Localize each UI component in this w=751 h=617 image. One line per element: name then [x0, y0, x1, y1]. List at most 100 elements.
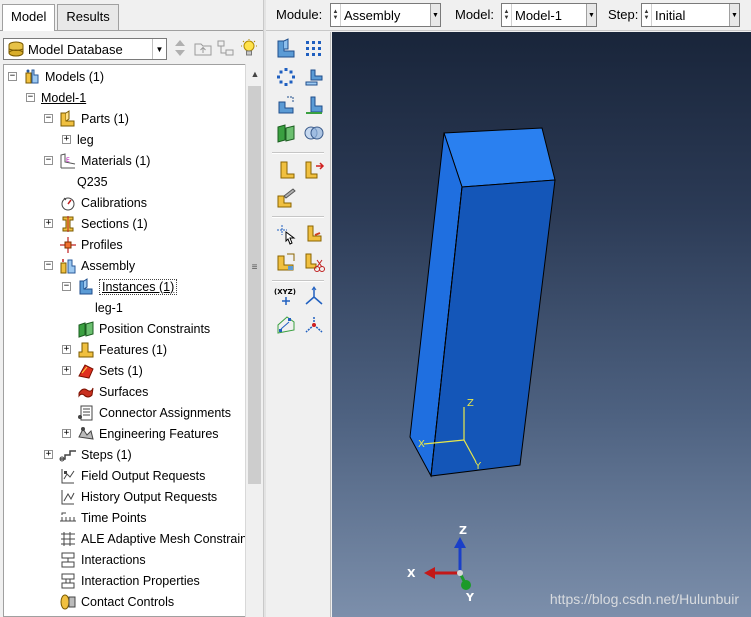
tree-item-history-output-requests[interactable]: History Output Requests: [44, 486, 217, 507]
field-output-requests-icon: [59, 467, 77, 485]
datum-csys-offset-icon[interactable]: [301, 313, 327, 337]
module-select[interactable]: ▲ ▼ Assembly ▼: [330, 3, 441, 27]
replace-instance-icon[interactable]: [273, 250, 299, 274]
tree-item-interactions[interactable]: Interactions: [44, 549, 146, 570]
model-tree[interactable]: − Models (1) − Model-1− Parts (1) + leg − E Mater…: [3, 64, 245, 617]
tree-item-q235[interactable]: Q235: [62, 171, 108, 192]
tree-item-position-constraints[interactable]: Position Constraints: [62, 318, 210, 339]
graphics-viewport[interactable]: Z X Y Z X Y https://blog.csdn.net/Hulunb…: [332, 32, 751, 617]
scroll-up-icon[interactable]: ▲: [246, 66, 264, 82]
part-leg-1[interactable]: [409, 127, 556, 478]
lightbulb-icon[interactable]: [239, 38, 258, 58]
collapse-icon[interactable]: −: [62, 282, 71, 291]
chevron-down-icon[interactable]: ▼: [430, 4, 440, 26]
materials-icon: E: [59, 152, 77, 170]
spin-arrows-icon[interactable]: ▲ ▼: [642, 4, 652, 26]
svg-text:E: E: [66, 157, 70, 164]
sets-icon: [77, 362, 95, 380]
tree-item-model-1[interactable]: − Model-1: [26, 87, 86, 108]
expand-icon[interactable]: +: [44, 219, 53, 228]
model-value: Model-1: [515, 7, 562, 23]
tree-item-label: History Output Requests: [81, 489, 218, 504]
rotate-instance-icon[interactable]: [273, 93, 299, 117]
history-output-requests-icon: [59, 488, 77, 506]
tree-item-time-points[interactable]: Time Points: [44, 507, 147, 528]
create-datum-axis-icon[interactable]: [301, 158, 327, 182]
tree-item-field-output-requests[interactable]: Field Output Requests: [44, 465, 205, 486]
contact-controls-icon: [59, 593, 77, 611]
expand-icon[interactable]: +: [62, 345, 71, 354]
spin-arrows-icon[interactable]: ▲ ▼: [331, 4, 341, 26]
translate-to-icon[interactable]: [301, 93, 327, 117]
tree-item-connector-assignments[interactable]: Connector Assignments: [62, 402, 231, 423]
tree-item-materials[interactable]: − E Materials (1): [44, 150, 150, 171]
tree-item-assembly[interactable]: − Assembly: [44, 255, 135, 276]
datum-csys-3points-icon[interactable]: [273, 313, 299, 337]
chevron-down-icon[interactable]: ▼: [586, 4, 596, 26]
collapse-icon[interactable]: −: [44, 156, 53, 165]
radial-pattern-icon[interactable]: [273, 65, 299, 89]
translate-instance-icon[interactable]: [301, 65, 327, 89]
tree-item-label: Materials (1): [81, 153, 151, 168]
local-axis-y-label: Y: [474, 461, 482, 472]
expand-icon[interactable]: +: [62, 366, 71, 375]
cut-instance-icon[interactable]: [301, 250, 327, 274]
create-datum-plane-icon[interactable]: [273, 186, 299, 210]
spin-arrows-icon[interactable]: ▲ ▼: [502, 4, 512, 26]
tree-item-sections[interactable]: + Sections (1): [44, 213, 148, 234]
model-database-select[interactable]: Model Database ▼: [3, 38, 167, 60]
expand-icon[interactable]: +: [44, 450, 53, 459]
create-instance-icon[interactable]: [273, 37, 299, 61]
tab-model[interactable]: Model: [2, 4, 56, 31]
tree-item-instances[interactable]: − Instances (1): [62, 276, 178, 297]
tree-item-ale-adaptive-mesh[interactable]: ALE Adaptive Mesh Constrain: [44, 528, 245, 549]
tree-item-leg[interactable]: + leg: [62, 129, 94, 150]
triad-z-label: Z: [459, 524, 467, 537]
tree-item-contact-controls[interactable]: Contact Controls: [44, 591, 174, 612]
tree-item-label: Assembly: [81, 258, 136, 273]
collapse-icon[interactable]: −: [44, 261, 53, 270]
position-constraint-icon[interactable]: [273, 121, 299, 145]
tree-item-leg-1[interactable]: leg-1: [80, 297, 123, 318]
tree-item-sets[interactable]: + Sets (1): [62, 360, 143, 381]
collapse-icon[interactable]: −: [8, 72, 17, 81]
viewport-canvas: Z X Y Z X Y: [407, 127, 556, 604]
csys-xyz-icon[interactable]: (XYZ): [273, 285, 299, 309]
sort-arrows-icon[interactable]: [170, 38, 189, 58]
step-select[interactable]: ▲ ▼ Initial ▼: [641, 3, 740, 27]
tab-results[interactable]: Results: [57, 4, 119, 30]
tree-item-models[interactable]: − Models (1): [8, 66, 104, 87]
model-select[interactable]: ▲ ▼ Model-1 ▼: [501, 3, 597, 27]
filter-tree-icon[interactable]: [216, 38, 235, 58]
assembly-icon: [59, 257, 77, 275]
create-datum-point-icon[interactable]: [273, 158, 299, 182]
tree-item-interaction-properties[interactable]: Interaction Properties: [44, 570, 200, 591]
tree-item-features[interactable]: + Features (1): [62, 339, 167, 360]
tree-item-steps[interactable]: + Steps (1): [44, 444, 132, 465]
tree-item-label: Contact Controls: [81, 594, 175, 609]
tree-item-engineering-features[interactable]: + Engineering Features: [62, 423, 219, 444]
expand-icon[interactable]: +: [62, 135, 71, 144]
display-group-icon[interactable]: [301, 222, 327, 246]
scrollbar-thumb[interactable]: ≡: [248, 86, 261, 484]
surfaces-icon: [77, 383, 95, 401]
chevron-down-icon[interactable]: ▼: [729, 4, 739, 26]
collapse-icon[interactable]: −: [26, 93, 35, 102]
tree-item-calibrations[interactable]: Calibrations: [44, 192, 147, 213]
folder-up-icon[interactable]: [193, 38, 212, 58]
tree-item-profiles[interactable]: Profiles: [44, 234, 123, 255]
merge-cut-icon[interactable]: [301, 121, 327, 145]
expand-icon[interactable]: +: [62, 429, 71, 438]
tree-item-label: leg-1: [95, 300, 123, 315]
tree-item-label: Field Output Requests: [81, 468, 206, 483]
tree-item-parts[interactable]: − Parts (1): [44, 108, 129, 129]
datum-csys-icon[interactable]: [301, 285, 327, 309]
module-value: Assembly: [344, 7, 401, 23]
tree-item-surfaces[interactable]: Surfaces: [62, 381, 148, 402]
linear-pattern-icon[interactable]: [301, 37, 327, 61]
chevron-down-icon[interactable]: ▼: [152, 39, 166, 59]
query-select-icon[interactable]: [273, 222, 299, 246]
collapse-icon[interactable]: −: [44, 114, 53, 123]
tree-scrollbar[interactable]: ▲ ≡: [245, 64, 263, 617]
triad-x-label: X: [407, 567, 416, 580]
